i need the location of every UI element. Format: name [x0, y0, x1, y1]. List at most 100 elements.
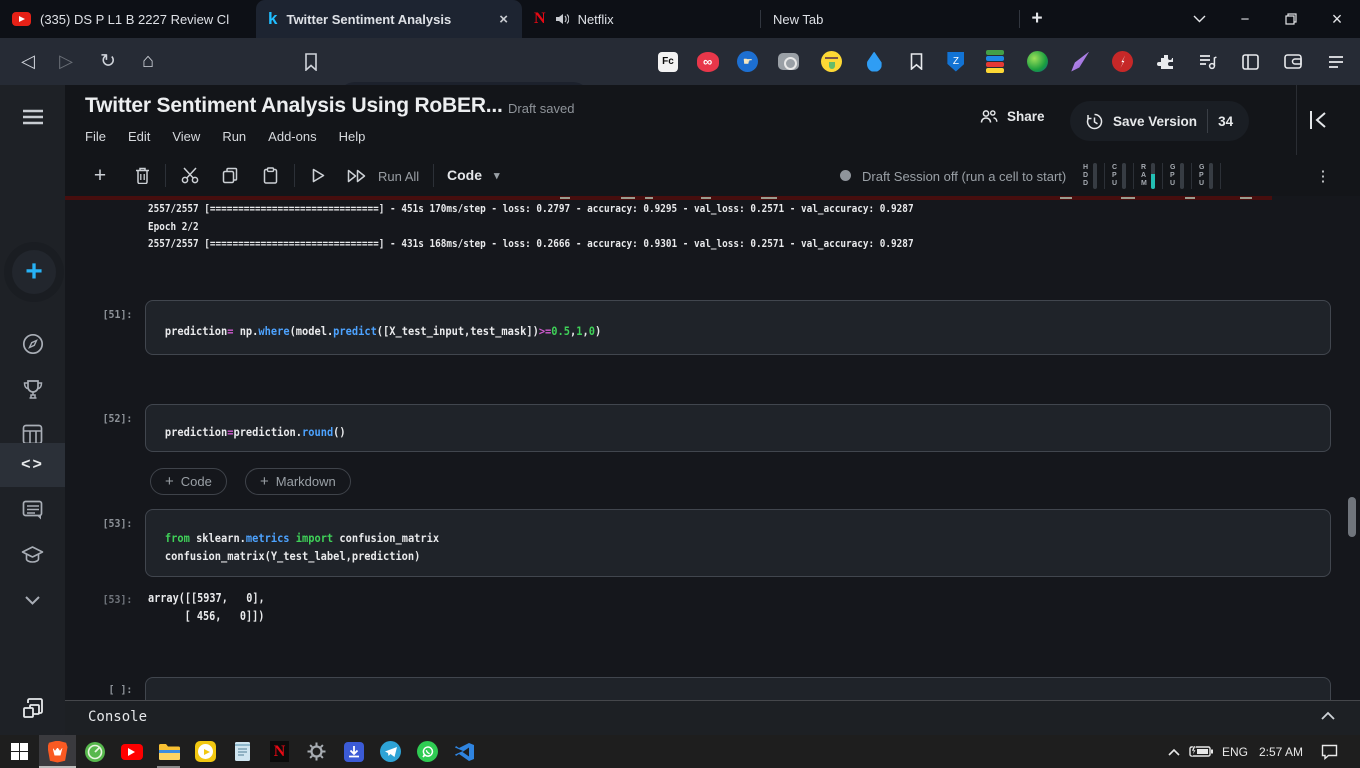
forward-icon[interactable]: ▷ — [49, 38, 83, 85]
console-expand-chevron-icon[interactable] — [1321, 711, 1335, 720]
menu-run[interactable]: Run — [222, 129, 246, 144]
taskbar-download-manager-icon[interactable] — [335, 735, 372, 768]
tab-netflix[interactable]: N Netflix — [522, 0, 760, 38]
console-bar[interactable]: Console — [65, 700, 1360, 735]
code-line[interactable]: confusion_matrix(Y_test_label,prediction… — [146, 547, 1212, 565]
menu-addons[interactable]: Add-ons — [268, 129, 316, 144]
back-icon[interactable]: ◁ — [11, 38, 45, 85]
wallet-icon[interactable] — [1281, 50, 1305, 74]
code-cell-52[interactable]: prediction=prediction.round() — [145, 404, 1331, 452]
share-button[interactable]: Share — [980, 109, 1045, 124]
run-all-icon[interactable] — [341, 155, 371, 196]
taskbar-vscode-icon[interactable] — [446, 735, 483, 768]
collapse-panel-icon[interactable] — [1306, 109, 1332, 131]
bookmark-icon[interactable] — [294, 38, 328, 85]
run-all-label[interactable]: Run All — [378, 169, 419, 184]
sidebar-menu-icon[interactable] — [0, 95, 65, 139]
sidebar-expand-chevron-icon[interactable] — [0, 578, 65, 622]
tab-youtube[interactable]: (335) DS P L1 B 2227 Review Cl — [0, 0, 256, 38]
extension-zenmate-shield-icon[interactable]: Z — [947, 52, 964, 72]
reload-icon[interactable]: ↻ — [91, 38, 125, 85]
extension-idm-globe-icon[interactable] — [1026, 50, 1050, 74]
action-center-icon[interactable] — [1312, 735, 1346, 768]
extension-feather-icon[interactable] — [1068, 50, 1092, 74]
tray-hidden-icons-chevron[interactable] — [1160, 735, 1188, 768]
window-close-button[interactable]: × — [1314, 0, 1360, 38]
tab-new-tab[interactable]: New Tab — [761, 0, 1019, 38]
taskbar-settings-icon[interactable] — [298, 735, 335, 768]
extension-bookmark-icon[interactable] — [905, 50, 929, 74]
save-version-button[interactable]: Save Version — [1113, 114, 1197, 129]
menu-help[interactable]: Help — [339, 129, 366, 144]
extension-flash-icon[interactable] — [1111, 50, 1135, 74]
sidebar-item-discussions[interactable] — [0, 488, 65, 532]
extension-infinity-icon[interactable]: ∞ — [697, 52, 719, 72]
code-line[interactable]: prediction= np.where(model.predict([X_te… — [146, 301, 1212, 340]
home-icon[interactable]: ⌂ — [131, 38, 165, 85]
tray-language[interactable]: ENG — [1222, 735, 1248, 768]
sidebar-item-learn[interactable] — [0, 533, 65, 577]
taskbar-green-app-icon[interactable] — [76, 735, 113, 768]
run-cell-icon[interactable] — [303, 155, 333, 196]
divider — [1296, 85, 1297, 155]
code-line[interactable]: prediction=prediction.round() — [146, 405, 1212, 441]
tab-kaggle-active[interactable]: k Twitter Sentiment Analysis × — [256, 0, 522, 38]
cut-cell-icon[interactable] — [175, 155, 205, 196]
extension-camera-icon[interactable] — [777, 50, 801, 74]
menu-file[interactable]: File — [85, 129, 106, 144]
taskbar-media-player-icon[interactable] — [187, 735, 224, 768]
menu-edit[interactable]: Edit — [128, 129, 150, 144]
code-cell-53[interactable]: from sklearn.metrics import confusion_ma… — [145, 509, 1331, 577]
sidebar-item-code[interactable]: <> — [0, 443, 65, 487]
menu-view[interactable]: View — [172, 129, 200, 144]
sidebar-item-competitions[interactable] — [0, 367, 65, 411]
add-cell-icon[interactable]: + — [85, 155, 115, 196]
add-markdown-cell-button[interactable]: + Markdown — [245, 468, 351, 495]
extension-color-stack-icon[interactable] — [983, 50, 1007, 74]
notebook-scrollbar-thumb[interactable] — [1348, 497, 1356, 537]
window-minimize-button[interactable]: − — [1222, 0, 1268, 38]
notebook-title[interactable]: Twitter Sentiment Analysis Using RoBER..… — [85, 94, 503, 118]
paste-cell-icon[interactable] — [255, 155, 285, 196]
extensions-puzzle-icon[interactable] — [1154, 50, 1178, 74]
delete-cell-icon[interactable] — [127, 155, 157, 196]
start-button[interactable] — [1, 735, 38, 768]
code-line[interactable]: from sklearn.metrics import confusion_ma… — [146, 510, 1212, 547]
tab-title: (335) DS P L1 B 2227 Review Cl — [40, 12, 244, 27]
taskbar-whatsapp-icon[interactable] — [409, 735, 446, 768]
create-button[interactable]: + — [12, 250, 56, 294]
copy-cell-icon[interactable] — [215, 155, 245, 196]
playlist-icon[interactable] — [1196, 50, 1220, 74]
meter-ram: RAM — [1141, 163, 1155, 189]
taskbar-file-explorer-icon[interactable] — [150, 735, 187, 768]
taskbar-brave-icon[interactable] — [39, 735, 76, 768]
sidebar-item-home[interactable] — [0, 322, 65, 366]
browser-menu-icon[interactable] — [1324, 50, 1348, 74]
session-status-dot — [840, 170, 851, 181]
cell-type-dropdown[interactable]: Code ▾ — [447, 167, 500, 183]
taskbar-telegram-icon[interactable] — [372, 735, 409, 768]
taskbar-notepad-icon[interactable] — [224, 735, 261, 768]
add-code-cell-button[interactable]: + Code — [150, 468, 227, 495]
divider — [165, 164, 166, 187]
toolbar-more-icon[interactable]: ⋮ — [1310, 163, 1336, 189]
extension-money-face-icon[interactable] — [820, 50, 844, 74]
extension-hand-icon[interactable]: ☛ — [737, 51, 758, 72]
multi-window-icon[interactable] — [0, 686, 65, 730]
window-maximize-button[interactable] — [1268, 0, 1314, 38]
tray-clock[interactable]: 2:57 AM — [1259, 735, 1303, 768]
taskbar-youtube-icon[interactable] — [113, 735, 150, 768]
extension-fc-icon[interactable]: Fc — [658, 52, 678, 72]
training-output-line: Epoch 2/2 — [148, 220, 199, 233]
new-tab-button[interactable]: + — [1020, 0, 1054, 38]
battery-charging-icon[interactable] — [1186, 735, 1216, 768]
sidebar-toggle-icon[interactable] — [1239, 50, 1263, 74]
version-count[interactable]: 34 — [1218, 114, 1233, 129]
extension-water-drop-icon[interactable] — [862, 50, 886, 74]
cell-execution-label: [53]: — [91, 517, 132, 530]
tab-close-icon[interactable]: × — [497, 11, 510, 28]
tab-search-chevron-icon[interactable] — [1176, 0, 1222, 38]
empty-code-cell[interactable] — [145, 677, 1331, 700]
code-cell-51[interactable]: prediction= np.where(model.predict([X_te… — [145, 300, 1331, 355]
taskbar-netflix-icon[interactable]: N — [261, 735, 298, 768]
